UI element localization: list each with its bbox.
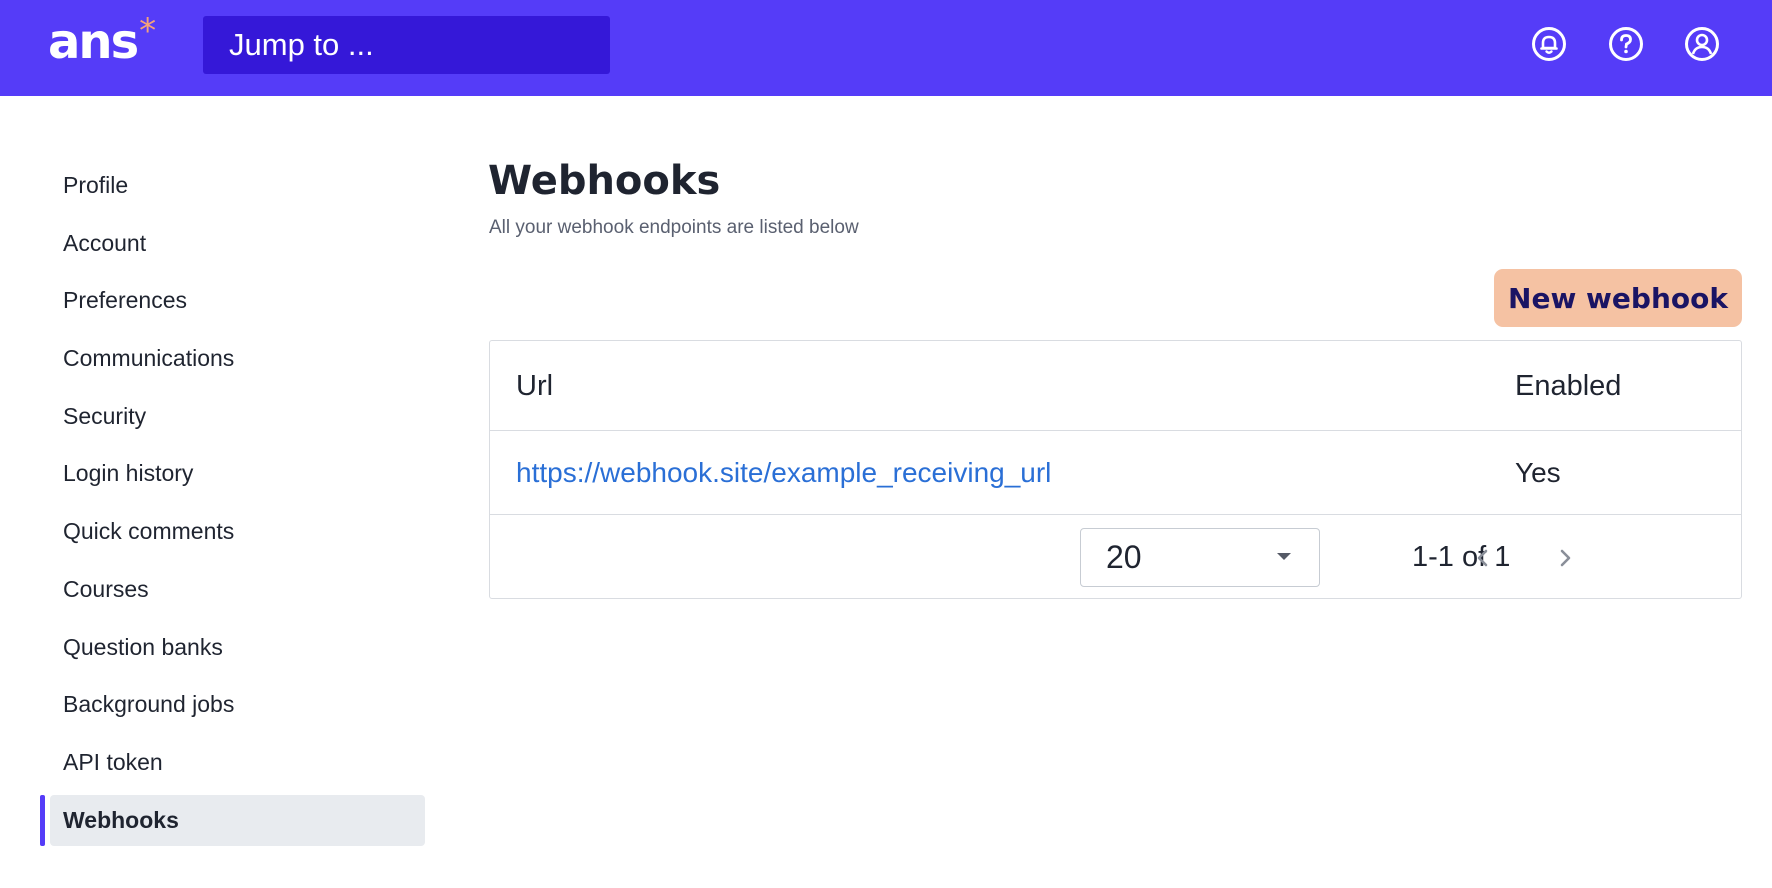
new-webhook-button[interactable]: New webhook — [1494, 269, 1742, 327]
sidebar-item-account[interactable]: Account — [40, 218, 425, 269]
sidebar-item-quick-comments[interactable]: Quick comments — [40, 506, 425, 557]
chevron-right-icon — [1560, 549, 1571, 567]
sidebar-item-communications[interactable]: Communications — [40, 333, 425, 384]
jump-to-search-input[interactable] — [203, 16, 610, 74]
table-row[interactable]: https://webhook.site/example_receiving_u… — [490, 431, 1741, 515]
user-account-icon[interactable] — [1682, 24, 1722, 64]
sidebar-item-background-jobs[interactable]: Background jobs — [40, 679, 425, 730]
top-bar: ans * — [0, 0, 1772, 96]
previous-page-button[interactable] — [1463, 538, 1503, 578]
page-title: Webhooks — [488, 158, 721, 204]
sidebar-item-courses[interactable]: Courses — [40, 564, 425, 615]
webhooks-table: Url Enabled https://webhook.site/example… — [489, 340, 1742, 599]
ans-logo[interactable]: ans * — [48, 14, 156, 74]
column-header-url[interactable]: Url — [516, 341, 553, 431]
sidebar-item-preferences[interactable]: Preferences — [40, 275, 425, 326]
help-question-icon[interactable] — [1606, 24, 1646, 64]
webhook-enabled-cell: Yes — [1515, 457, 1561, 488]
webhook-url-link[interactable]: https://webhook.site/example_receiving_u… — [516, 457, 1051, 489]
caret-down-icon — [1277, 553, 1291, 560]
page-subtitle: All your webhook endpoints are listed be… — [489, 217, 859, 238]
sidebar-item-webhooks[interactable]: Webhooks — [40, 794, 425, 846]
rows-per-page-select[interactable]: 20 — [1080, 528, 1320, 587]
chevron-left-icon — [1477, 549, 1488, 567]
sidebar-item-login-history[interactable]: Login history — [40, 448, 425, 499]
logo-asterisk: * — [139, 11, 157, 51]
notifications-bell-icon[interactable] — [1529, 24, 1569, 64]
sidebar-item-api-token[interactable]: API token — [40, 737, 425, 788]
webhook-url-cell: https://webhook.site/example_receiving_u… — [516, 431, 1051, 515]
column-header-enabled[interactable]: Enabled — [1515, 341, 1621, 431]
sidebar-item-question-banks[interactable]: Question banks — [40, 622, 425, 673]
table-header-row: Url Enabled — [490, 341, 1741, 431]
logo-text: ans — [48, 14, 139, 70]
rows-per-page-value: 20 — [1106, 539, 1142, 575]
next-page-button[interactable] — [1545, 538, 1585, 578]
settings-sidebar: Profile Account Preferences Communicatio… — [40, 160, 425, 852]
sidebar-item-profile[interactable]: Profile — [40, 160, 425, 211]
sidebar-item-security[interactable]: Security — [40, 391, 425, 442]
